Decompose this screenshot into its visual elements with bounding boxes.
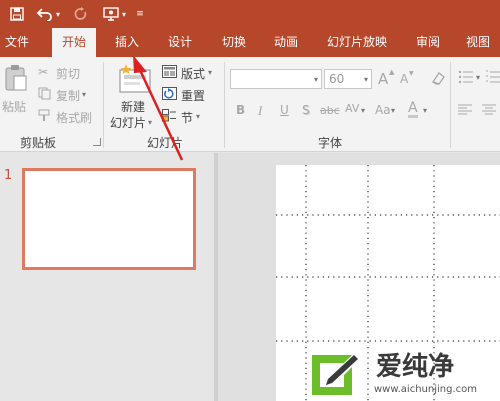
- undo-icon[interactable]: [36, 5, 54, 23]
- save-icon[interactable]: [8, 5, 26, 23]
- cut-label: 剪切: [56, 67, 81, 81]
- format-painter-button[interactable]: 格式刷: [38, 108, 98, 126]
- section-label: 节: [181, 111, 194, 125]
- layout-label: 版式: [181, 67, 206, 81]
- cut-button[interactable]: ✂ 剪切: [38, 64, 88, 82]
- tab-design[interactable]: 设计: [168, 28, 192, 57]
- watermark: 爱纯净 www.aichunjing.com: [306, 346, 500, 401]
- slides-group-label: 幻灯片: [147, 136, 184, 150]
- slide-thumbnail[interactable]: [22, 168, 196, 270]
- reset-icon: [162, 87, 177, 103]
- chevron-down-icon[interactable]: ▾: [476, 73, 480, 82]
- font-color-button[interactable]: A: [408, 101, 418, 118]
- new-slide-label-2: 幻灯片: [110, 116, 147, 130]
- chevron-down-icon[interactable]: ▾: [120, 10, 128, 19]
- grow-font-caret: ▲: [389, 68, 395, 76]
- redo-icon[interactable]: [74, 7, 88, 21]
- tab-home[interactable]: 开始: [52, 28, 97, 57]
- scissors-icon: ✂: [38, 65, 49, 79]
- tab-animations[interactable]: 动画: [274, 28, 298, 57]
- group-separator: [450, 62, 451, 148]
- layout-icon: [162, 65, 177, 81]
- customize-qat: ≡: [135, 0, 145, 28]
- shadow-button[interactable]: S: [302, 103, 310, 117]
- paste-label: 粘贴: [2, 100, 27, 114]
- underline-button[interactable]: U: [280, 103, 289, 117]
- quick-access-toolbar: [8, 0, 26, 28]
- chevron-down-icon[interactable]: ▾: [364, 75, 368, 84]
- chevron-down-icon[interactable]: ▾: [391, 106, 395, 115]
- new-slide-button[interactable]: 新建 幻灯片 ▾: [110, 62, 158, 132]
- redo-group: [74, 0, 88, 28]
- section-button[interactable]: 节 ▾: [162, 108, 218, 126]
- slide-number: 1: [4, 168, 13, 183]
- chevron-down-icon: ▾: [208, 68, 213, 77]
- reset-label: 重置: [181, 89, 206, 103]
- chevron-down-icon: ▾: [82, 90, 87, 99]
- grow-font-button[interactable]: A: [378, 70, 388, 88]
- dialog-launcher-icon[interactable]: [93, 138, 101, 146]
- numbering-icon[interactable]: [486, 70, 500, 87]
- chevron-down-icon[interactable]: ▾: [423, 106, 427, 115]
- tab-view[interactable]: 视图: [466, 28, 490, 57]
- strikethrough-button[interactable]: abc: [320, 104, 340, 117]
- watermark-url: www.aichunjing.com: [374, 384, 477, 395]
- layout-button[interactable]: 版式 ▾: [162, 64, 218, 82]
- font-size-combobox[interactable]: 60 ▾: [324, 69, 372, 89]
- chevron-down-icon[interactable]: ▾: [54, 10, 62, 19]
- copy-label: 复制: [56, 89, 81, 103]
- group-separator: [224, 62, 225, 148]
- italic-button[interactable]: I: [258, 103, 262, 119]
- font-name-combobox[interactable]: ▾: [230, 69, 322, 89]
- reset-button[interactable]: 重置: [162, 86, 218, 104]
- tab-insert[interactable]: 插入: [115, 28, 139, 57]
- copy-button[interactable]: 复制 ▾: [38, 86, 88, 104]
- align-left-icon[interactable]: [458, 104, 472, 119]
- clear-formatting-icon[interactable]: [430, 70, 446, 89]
- customize-qat-icon[interactable]: ≡: [135, 9, 145, 19]
- watermark-logo: [312, 355, 358, 395]
- tab-transitions[interactable]: 切换: [222, 28, 246, 57]
- paste-icon: [4, 64, 28, 95]
- bold-button[interactable]: B: [236, 103, 245, 117]
- present-group: ▾: [102, 0, 128, 28]
- group-separator: [103, 62, 104, 148]
- bullets-icon[interactable]: [458, 70, 474, 87]
- clipboard-group-label: 剪贴板: [20, 136, 57, 150]
- shrink-font-caret: ▼: [409, 70, 414, 77]
- tab-review[interactable]: 审阅: [416, 28, 440, 57]
- chevron-down-icon[interactable]: ▾: [361, 106, 365, 115]
- format-painter-icon: [38, 109, 51, 125]
- new-slide-label-1: 新建: [121, 100, 146, 114]
- shrink-font-button[interactable]: A: [400, 72, 408, 86]
- new-slide-icon: [118, 64, 152, 97]
- chevron-down-icon: ▾: [148, 118, 153, 127]
- character-spacing-button[interactable]: AV: [345, 102, 359, 115]
- change-case-button[interactable]: Aa: [375, 103, 391, 117]
- font-size-value: 60: [329, 72, 345, 86]
- tab-file[interactable]: 文件: [5, 28, 29, 57]
- undo-group: ▾: [36, 0, 62, 28]
- present-from-start-icon[interactable]: [102, 5, 120, 23]
- align-center-icon[interactable]: [482, 104, 496, 119]
- chevron-down-icon: ▾: [196, 112, 201, 121]
- format-painter-label: 格式刷: [56, 111, 93, 125]
- paste-button[interactable]: 粘贴: [2, 64, 30, 120]
- copy-icon: [38, 87, 51, 103]
- tab-slideshow[interactable]: 幻灯片放映: [327, 28, 387, 57]
- font-group-label: 字体: [318, 136, 343, 150]
- section-icon: [162, 109, 177, 125]
- watermark-brand: 爱纯净: [376, 352, 455, 382]
- chevron-down-icon[interactable]: ▾: [314, 75, 318, 84]
